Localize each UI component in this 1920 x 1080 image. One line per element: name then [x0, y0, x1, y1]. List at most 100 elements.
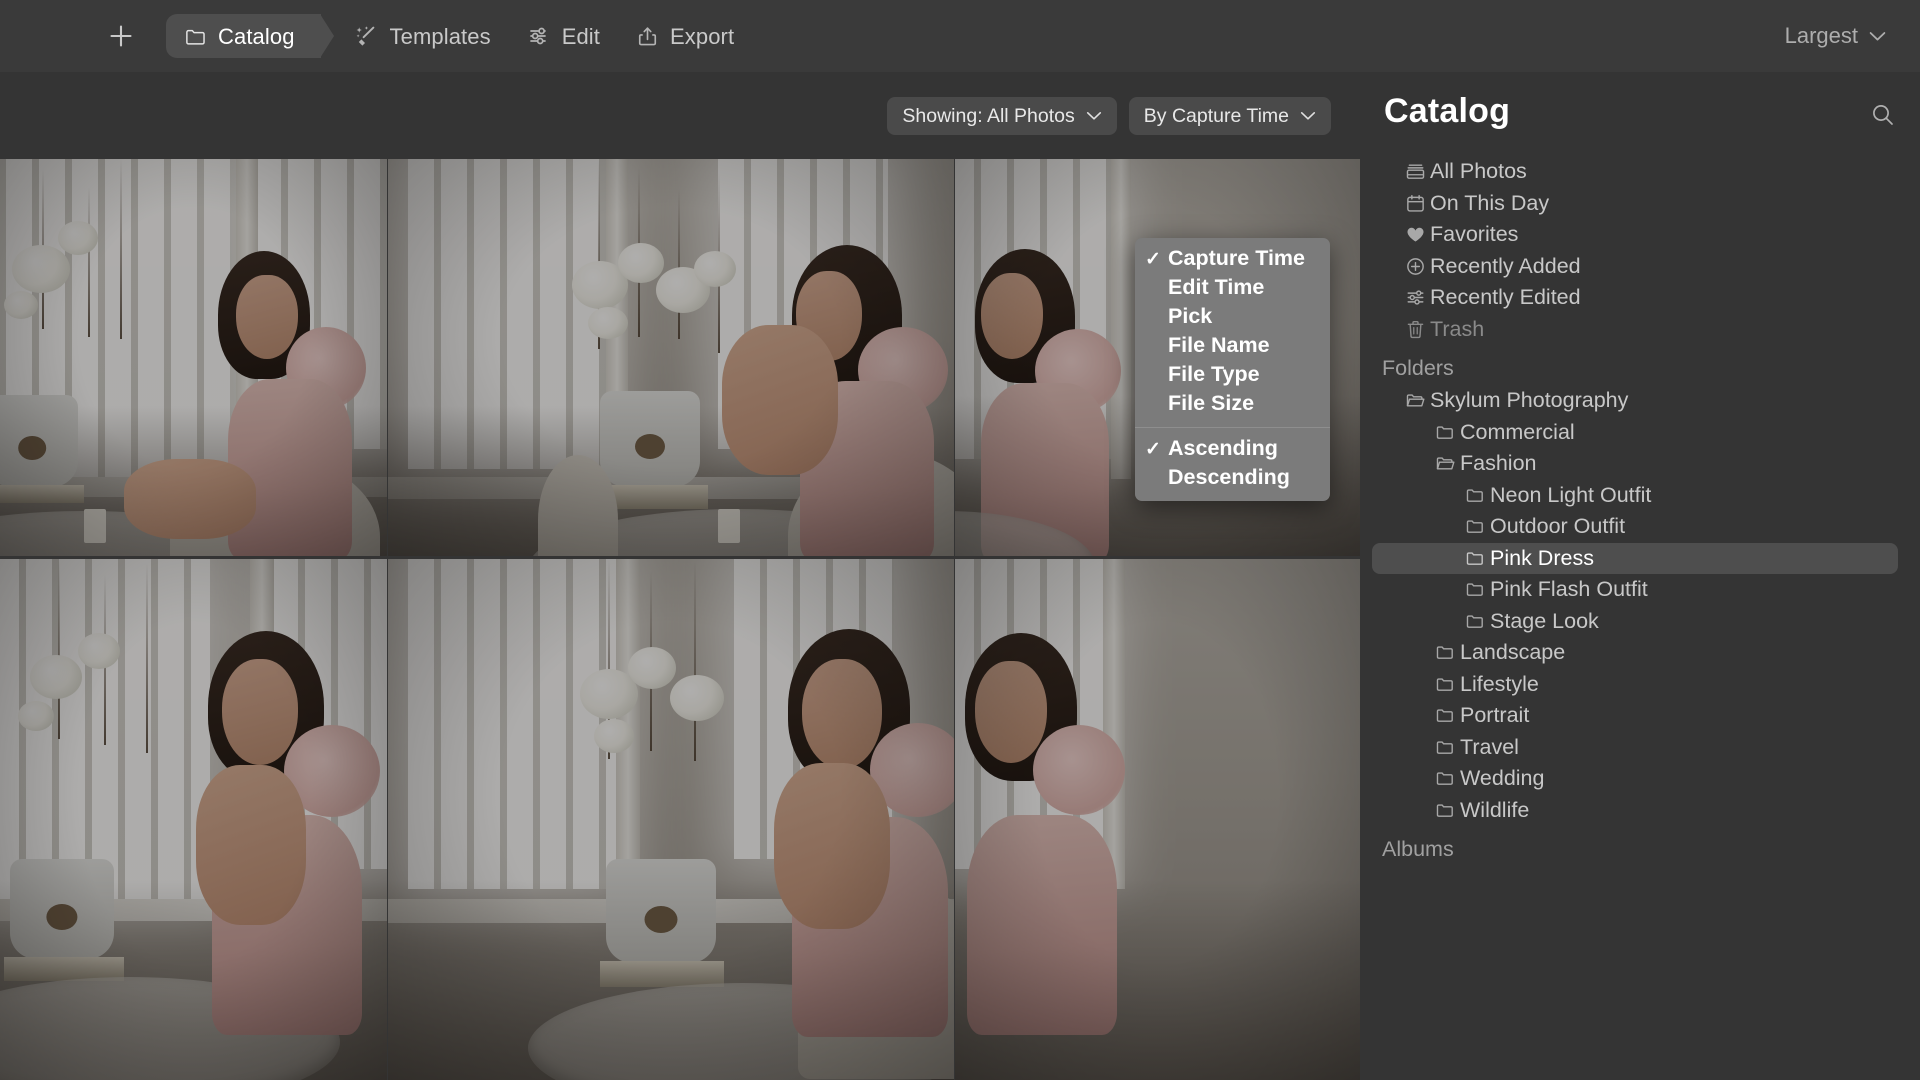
sidebar-folder-portrait[interactable]: Portrait	[1372, 700, 1898, 732]
sidebar-folder-label: Outdoor Outfit	[1490, 514, 1626, 538]
sidebar-folder-fashion[interactable]: Fashion	[1372, 448, 1898, 480]
tab-templates[interactable]: Templates	[337, 14, 509, 58]
sidebar-item-recently-added[interactable]: Recently Added	[1372, 251, 1898, 283]
tab-export-label: Export	[670, 24, 735, 49]
folder-icon	[186, 29, 205, 45]
sidebar-folder-outdoor-outfit[interactable]: Outdoor Outfit	[1372, 511, 1898, 543]
sidebar-folder-stage-look[interactable]: Stage Look	[1372, 606, 1898, 638]
sidebar-header: Catalog	[1360, 72, 1920, 156]
folder-icon	[1430, 800, 1460, 821]
magic-wand-icon	[356, 26, 374, 46]
section-header-albums: Albums	[1382, 836, 1454, 861]
menu-item-file-size[interactable]: File Size	[1135, 390, 1330, 419]
sidebar-folder-label: Wildlife	[1460, 797, 1530, 822]
tab-edit[interactable]: Edit	[509, 14, 618, 58]
sidebar-item-label: On This Day	[1430, 190, 1550, 215]
menu-item-pick[interactable]: Pick	[1135, 303, 1330, 332]
search-button[interactable]	[1870, 102, 1896, 133]
photos-stack-icon	[1400, 161, 1430, 182]
sidebar-item-recently-edited[interactable]: Recently Edited	[1372, 282, 1898, 314]
photo-thumbnail[interactable]	[0, 159, 387, 556]
menu-item-label: Pick	[1168, 303, 1213, 328]
sort-dropdown-menu: ✓ Capture Time Edit Time Pick File Name	[1135, 238, 1330, 501]
photo-thumbnail[interactable]	[0, 559, 387, 1080]
sidebar-folder-label: Pink Flash Outfit	[1490, 577, 1648, 601]
menu-item-label: Edit Time	[1168, 274, 1265, 299]
sidebar-folder-pink-dress[interactable]: Pink Dress	[1372, 542, 1898, 574]
folder-icon	[1460, 611, 1490, 632]
folder-icon	[1430, 674, 1460, 695]
sidebar-folder-label: Fashion	[1460, 451, 1537, 475]
sidebar-folder-lifestyle[interactable]: Lifestyle	[1372, 669, 1898, 701]
search-icon	[1873, 105, 1893, 125]
page-title: Catalog	[1384, 92, 1511, 130]
menu-item-label: File Size	[1168, 390, 1255, 415]
catalog-sidebar: Catalog All Photos On This Day Favorites…	[1360, 72, 1920, 1080]
menu-item-label: File Name	[1168, 332, 1270, 357]
add-button[interactable]	[98, 14, 144, 58]
menu-item-capture-time[interactable]: ✓ Capture Time	[1135, 245, 1330, 274]
sidebar-folder-neon-light-outfit[interactable]: Neon Light Outfit	[1372, 480, 1898, 512]
sidebar-item-label: Recently Added	[1430, 253, 1581, 278]
sort-field-group: ✓ Capture Time Edit Time Pick File Name	[1135, 245, 1330, 419]
tab-templates-label: Templates	[389, 24, 491, 49]
menu-item-edit-time[interactable]: Edit Time	[1135, 274, 1330, 303]
sidebar-item-trash[interactable]: Trash	[1372, 314, 1898, 346]
folder-icon	[1460, 579, 1490, 600]
sidebar-folder-label: Wedding	[1460, 766, 1545, 790]
sidebar-folder-wedding[interactable]: Wedding	[1372, 763, 1898, 795]
sort-order-button[interactable]: By Capture Time	[1128, 96, 1331, 135]
sidebar-item-label: Trash	[1430, 316, 1485, 341]
folder-open-icon	[1430, 453, 1460, 474]
sidebar-folder-label: Pink Dress	[1490, 545, 1594, 570]
sidebar-folder-label: Commercial	[1460, 419, 1575, 444]
menu-separator	[1135, 427, 1330, 428]
folder-icon	[1430, 737, 1460, 758]
sidebar-item-label: All Photos	[1430, 159, 1527, 183]
sidebar-folder-wildlife[interactable]: Wildlife	[1372, 795, 1898, 827]
menu-item-label: File Type	[1168, 361, 1260, 386]
photo-thumbnail[interactable]	[955, 559, 1360, 1080]
sidebar-item-favorites[interactable]: Favorites	[1372, 219, 1898, 251]
sidebar-item-all-photos[interactable]: All Photos	[1372, 156, 1898, 188]
sidebar-list: All Photos On This Day Favorites Recentl…	[1360, 156, 1920, 866]
trash-icon	[1400, 319, 1430, 340]
showing-filter-button[interactable]: Showing: All Photos	[887, 96, 1117, 135]
checkmark-icon: ✓	[1145, 439, 1161, 460]
folder-icon	[1430, 705, 1460, 726]
sliders-icon	[529, 27, 546, 45]
thumbnail-size-menu[interactable]: Largest	[1775, 0, 1896, 72]
sort-order-label: By Capture Time	[1143, 104, 1289, 127]
calendar-icon	[1400, 193, 1430, 214]
plus-icon	[110, 25, 132, 47]
sidebar-folder-label: Landscape	[1460, 640, 1566, 664]
folder-icon	[1430, 422, 1460, 443]
menu-item-file-type[interactable]: File Type	[1135, 361, 1330, 390]
sort-direction-group: ✓ Ascending Descending	[1135, 435, 1330, 493]
folder-open-icon	[1400, 390, 1430, 411]
sidebar-folder-travel[interactable]: Travel	[1372, 732, 1898, 764]
tab-export[interactable]: Export	[618, 14, 752, 58]
photo-thumbnail[interactable]	[388, 159, 954, 556]
sidebar-folder-commercial[interactable]: Commercial	[1372, 417, 1898, 449]
photo-image	[388, 159, 954, 556]
sliders-icon	[1400, 287, 1430, 308]
photo-image	[0, 159, 387, 556]
photo-thumbnail[interactable]	[388, 559, 954, 1080]
photo-catalog-app: Catalog Templates Edit Export Largest Sh…	[0, 0, 1920, 1080]
thumbnail-size-label: Largest	[1784, 23, 1858, 48]
chevron-down-icon	[1869, 31, 1886, 40]
sidebar-folder-label: Stage Look	[1490, 608, 1599, 633]
menu-item-file-name[interactable]: File Name	[1135, 332, 1330, 361]
sidebar-folder-pink-flash-outfit[interactable]: Pink Flash Outfit	[1372, 574, 1898, 606]
chevron-down-icon	[1086, 111, 1101, 120]
toolbar-tab-group: Catalog Templates Edit Export	[0, 14, 752, 58]
menu-item-ascending[interactable]: ✓ Ascending	[1135, 435, 1330, 464]
menu-item-label: Descending	[1168, 464, 1290, 489]
sidebar-folder-landscape[interactable]: Landscape	[1372, 637, 1898, 669]
folder-icon	[1430, 642, 1460, 663]
sidebar-item-on-this-day[interactable]: On This Day	[1372, 188, 1898, 220]
tab-catalog[interactable]: Catalog	[166, 14, 334, 58]
sidebar-folder-skylum-photography[interactable]: Skylum Photography	[1372, 385, 1898, 417]
menu-item-descending[interactable]: Descending	[1135, 464, 1330, 493]
